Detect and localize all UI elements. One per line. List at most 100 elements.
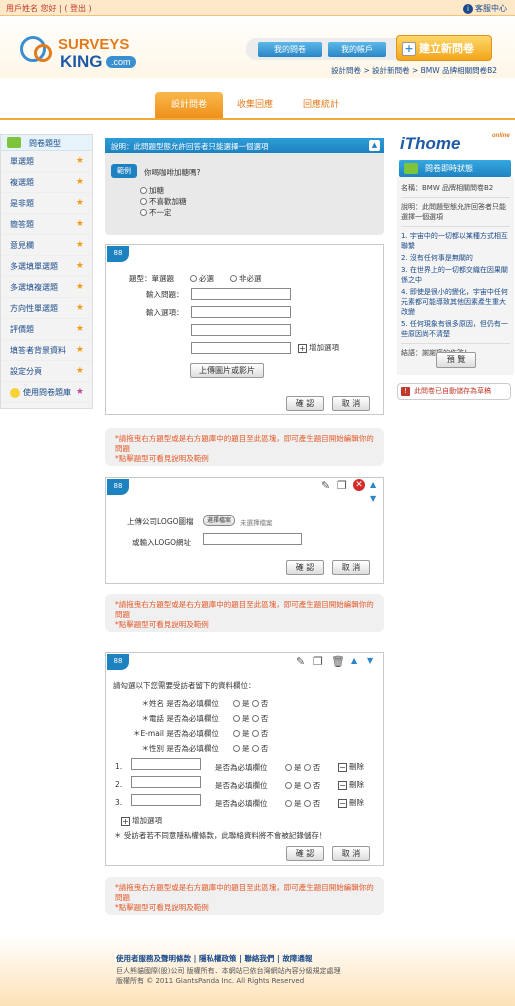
sidebar-item-directional[interactable]: 方向性單選題 ★ — [1, 298, 92, 319]
option-input-1[interactable] — [191, 306, 291, 318]
not-required-option[interactable]: 非必選 — [230, 273, 262, 284]
cancel-button[interactable]: 取 消 — [332, 560, 370, 575]
sidebar-item-multiple[interactable]: 複選題 ★ — [1, 172, 92, 193]
star-icon[interactable]: ★ — [76, 361, 84, 382]
delete-row-button[interactable]: − 刪除 — [338, 779, 364, 790]
confirm-button[interactable]: 確 認 — [286, 396, 324, 411]
radio-icon[interactable] — [285, 800, 292, 807]
sidebar-item-pagebreak[interactable]: 設定分頁 ★ — [1, 361, 92, 382]
logo[interactable]: SURVEYS KING .com — [20, 34, 150, 72]
trash-icon[interactable]: 🗑 — [331, 655, 345, 668]
ithome-logo[interactable]: iThome online — [400, 133, 510, 154]
radio-icon[interactable] — [230, 275, 237, 282]
yes-option[interactable]: 是 否 — [285, 798, 320, 809]
copy-icon[interactable]: ❐ — [313, 655, 323, 668]
edit-icon[interactable]: ✎ — [296, 655, 305, 668]
delete-row-button[interactable]: − 刪除 — [338, 797, 364, 808]
copy-icon[interactable]: ❐ — [337, 479, 347, 492]
footer-links[interactable]: 使用者服務及聲明條款 | 隱私權政策 | 聯絡我們 | 故障通報 — [116, 953, 312, 964]
my-survey-button[interactable]: 我的問卷 — [258, 42, 322, 57]
star-icon[interactable]: ★ — [76, 256, 84, 277]
star-icon[interactable]: ★ — [76, 172, 84, 193]
my-account-button[interactable]: 我的帳戶 — [328, 42, 386, 57]
edit-icon[interactable]: ✎ — [321, 479, 330, 492]
yes-option[interactable]: 是 否 — [233, 713, 268, 724]
sidebar-item-yesno[interactable]: 是非題 ★ — [1, 193, 92, 214]
sidebar-item-short[interactable]: 簡答題 ★ — [1, 214, 92, 235]
confirm-button[interactable]: 確 認 — [286, 560, 324, 575]
yes-option[interactable]: 是 否 — [285, 762, 320, 773]
preview-button[interactable]: 預 覽 — [436, 352, 476, 368]
sidebar-item-background[interactable]: 填答者背景資料 ★ — [1, 340, 92, 361]
radio-icon[interactable] — [303, 800, 311, 807]
move-up-icon[interactable]: ▲ — [351, 656, 357, 665]
delete-row-button[interactable]: − 刪除 — [338, 761, 364, 772]
sidebar-item-question-bank[interactable]: 使用問卷題庫 ★ — [1, 382, 92, 403]
custom-field-input[interactable] — [131, 776, 201, 788]
user-greeting[interactable]: 用戶姓名 您好 | ( 登出 ) — [6, 3, 92, 14]
required-option[interactable]: 必選 — [190, 273, 214, 284]
star-icon[interactable]: ★ — [76, 298, 84, 319]
tab-collect[interactable]: 收集回應 — [226, 92, 284, 118]
sidebar-item-rating[interactable]: 評價題 ★ — [1, 319, 92, 340]
move-down-icon[interactable]: ▼ — [367, 656, 373, 665]
sidebar-item-multi-single[interactable]: 多選填單選題 ★ — [1, 256, 92, 277]
star-icon[interactable]: ★ — [76, 193, 84, 214]
tab-stats[interactable]: 回應統計 — [287, 92, 355, 118]
new-survey-button[interactable]: + 建立新問卷 — [396, 35, 492, 61]
upload-media-button[interactable]: 上傳圖片或影片 — [190, 363, 264, 378]
star-icon[interactable]: ★ — [76, 235, 84, 256]
radio-icon[interactable] — [251, 715, 259, 722]
sidebar-item-comment[interactable]: 意見欄 ★ — [1, 235, 92, 256]
radio-icon[interactable] — [190, 275, 197, 282]
collapse-icon[interactable]: ▲ — [369, 140, 380, 151]
question-input-label: 輸入問題： — [146, 290, 184, 299]
star-icon[interactable]: ★ — [76, 319, 84, 340]
yes-option[interactable]: 是 否 — [233, 728, 268, 739]
sidebar-item-multi-multi[interactable]: 多選填複選題 ★ — [1, 277, 92, 298]
radio-icon[interactable] — [251, 700, 259, 707]
move-up-icon[interactable]: ▲ — [370, 480, 376, 489]
radio-icon[interactable] — [233, 730, 240, 737]
radio-icon[interactable] — [303, 782, 311, 789]
radio-icon[interactable] — [285, 764, 292, 771]
star-icon[interactable]: ★ — [76, 214, 84, 235]
radio-icon[interactable] — [233, 745, 240, 752]
plus-box-icon: + — [121, 817, 130, 826]
option-label: 不喜歡加糖 — [149, 197, 187, 206]
cancel-button[interactable]: 取 消 — [332, 396, 370, 411]
radio-icon[interactable] — [285, 782, 292, 789]
radio-icon[interactable] — [233, 715, 240, 722]
star-icon[interactable]: ★ — [76, 382, 84, 403]
tab-design[interactable]: 設計問卷 — [155, 92, 223, 118]
yes-option[interactable]: 是 否 — [233, 698, 268, 709]
radio-icon[interactable] — [251, 745, 259, 752]
delete-icon[interactable]: ✕ — [353, 479, 365, 491]
minus-box-icon: − — [338, 799, 347, 808]
star-icon[interactable]: ★ — [76, 151, 84, 172]
options-input-label: 輸入選項： — [146, 308, 184, 317]
star-icon[interactable]: ★ — [76, 277, 84, 298]
option-input-2[interactable] — [191, 324, 291, 336]
option-input-3[interactable] — [191, 342, 291, 354]
add-option-button[interactable]: + 增加選項 — [298, 342, 339, 353]
confirm-button[interactable]: 確 認 — [286, 846, 324, 861]
sidebar-item-single[interactable]: 單選題 ★ — [1, 151, 92, 172]
choose-file-button[interactable]: 選擇檔案 — [203, 515, 236, 526]
help-center-link[interactable]: i 客服中心 — [463, 3, 507, 14]
help-center-label[interactable]: 客服中心 — [475, 4, 507, 13]
radio-icon[interactable] — [251, 730, 259, 737]
star-icon[interactable]: ★ — [76, 340, 84, 361]
description-header: 說明：此問題型態允許回答者只能選擇一個選項 ▲ — [105, 138, 384, 153]
yes-option[interactable]: 是 否 — [233, 743, 268, 754]
radio-icon[interactable] — [233, 700, 240, 707]
radio-icon[interactable] — [303, 764, 311, 771]
add-option-button[interactable]: + 增加選項 — [121, 815, 162, 826]
custom-field-input[interactable] — [131, 794, 201, 806]
cancel-button[interactable]: 取 消 — [332, 846, 370, 861]
move-down-icon[interactable]: ▼ — [370, 494, 376, 503]
question-input[interactable] — [191, 288, 291, 300]
custom-field-input[interactable] — [131, 758, 201, 770]
yes-option[interactable]: 是 否 — [285, 780, 320, 791]
logo-url-input[interactable] — [203, 533, 302, 545]
